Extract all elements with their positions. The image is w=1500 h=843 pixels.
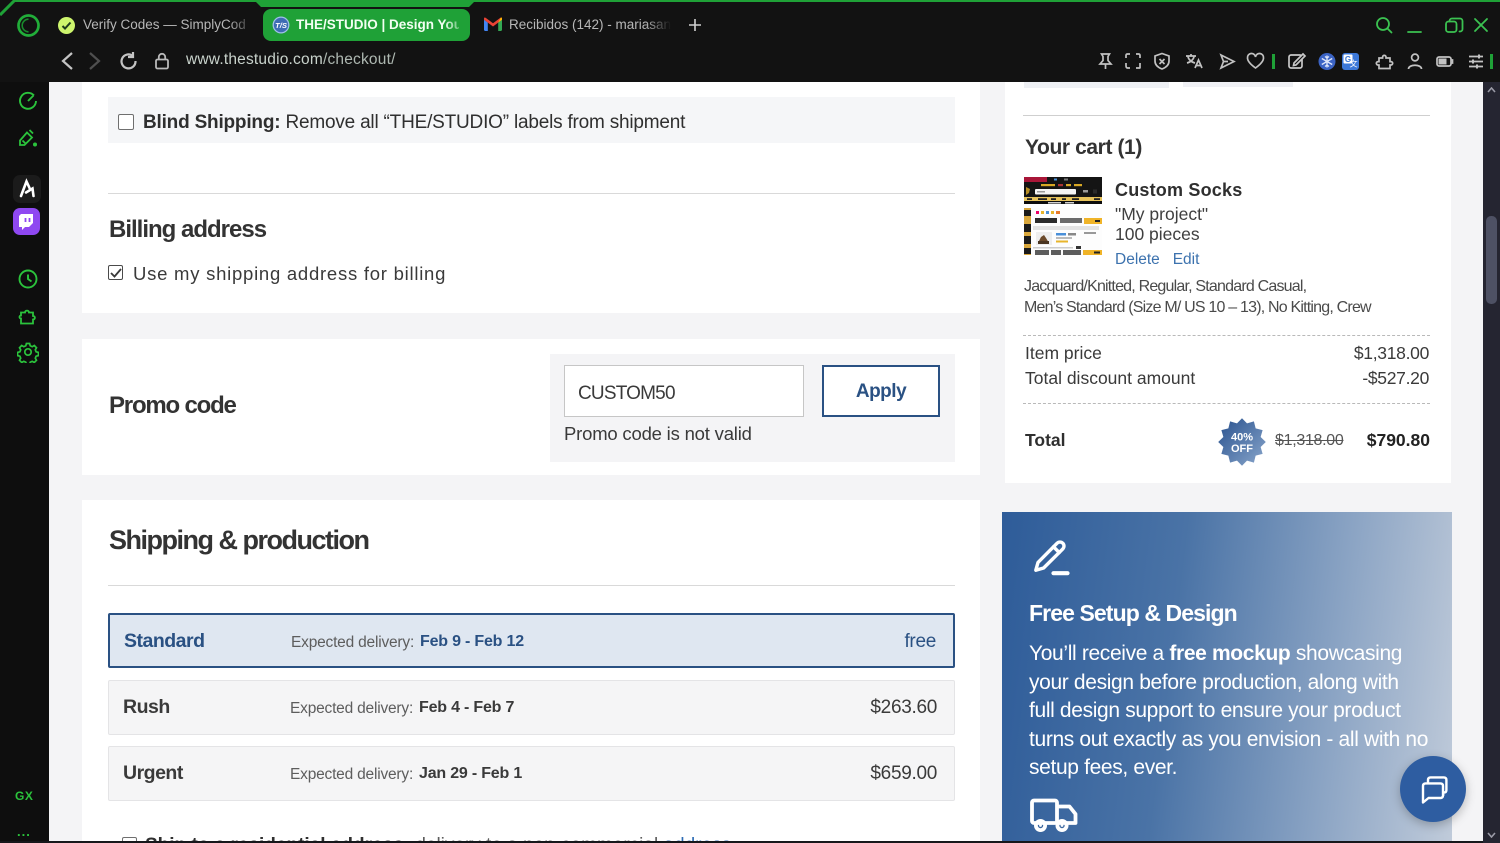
- svg-text:T/S: T/S: [275, 21, 287, 30]
- svg-text:OFF: OFF: [1231, 443, 1253, 455]
- svg-text:40%: 40%: [1231, 432, 1253, 444]
- svg-text:文: 文: [1350, 59, 1358, 69]
